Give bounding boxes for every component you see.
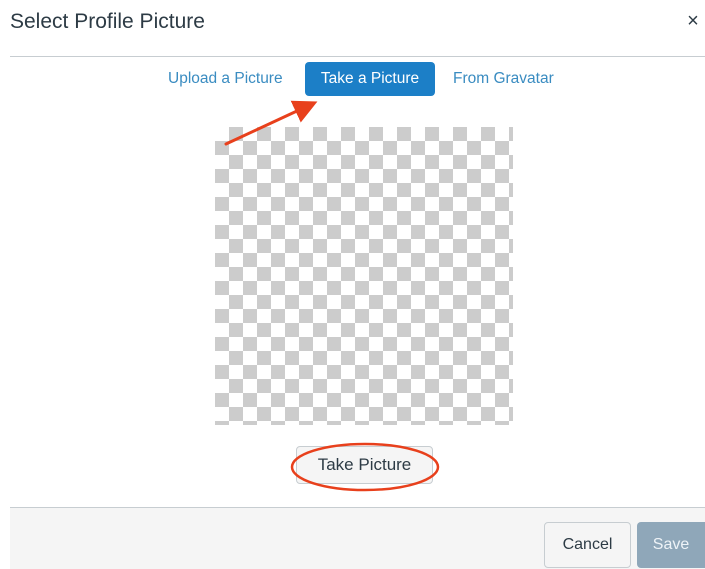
camera-preview [215, 127, 513, 425]
dialog-title: Select Profile Picture [10, 10, 205, 33]
tab-upload-a-picture[interactable]: Upload a Picture [168, 62, 283, 96]
picture-source-tabs: Upload a Picture Take a Picture From Gra… [0, 62, 705, 96]
select-profile-picture-dialog: Select Profile Picture × Upload a Pictur… [0, 0, 705, 569]
close-icon[interactable]: × [683, 11, 703, 31]
take-picture-button[interactable]: Take Picture [296, 446, 433, 484]
tab-from-gravatar[interactable]: From Gravatar [453, 62, 554, 96]
tab-take-a-picture[interactable]: Take a Picture [305, 62, 435, 96]
header-divider [10, 56, 705, 57]
cancel-button[interactable]: Cancel [544, 522, 631, 568]
save-button[interactable]: Save [637, 522, 705, 568]
